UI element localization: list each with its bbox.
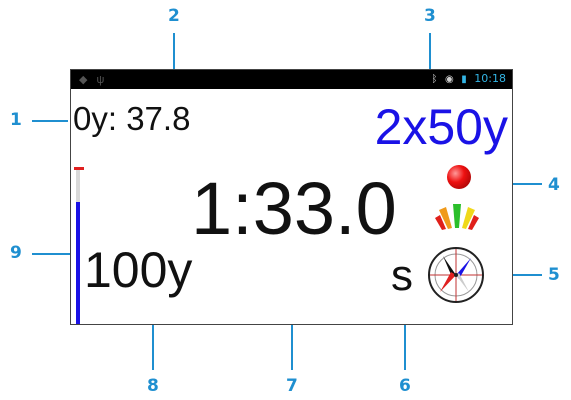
callout-line-1 — [32, 120, 68, 122]
signal-icon — [435, 204, 479, 230]
bluetooth-icon: ᛒ — [431, 74, 438, 85]
usb-icon: ψ — [96, 74, 105, 86]
set-label: 2x50y — [374, 99, 508, 155]
callout-6: 6 — [399, 376, 411, 396]
android-debug-icon: ◆ — [79, 74, 88, 86]
split-label: 0y: 37.8 — [73, 100, 191, 137]
elapsed-time: 1:33.0 — [191, 167, 397, 250]
status-bar-right-icons: ᛒ ◉ ▮ 10:18 — [432, 72, 506, 85]
callout-2: 2 — [168, 6, 180, 26]
distance-label: 100y — [84, 242, 193, 298]
stroke-label: s — [391, 251, 413, 300]
device-screen: ◆ ψ ᛒ ◉ ▮ 10:18 0y: 37.8 2x50y 1:33.0 10… — [70, 69, 513, 325]
callout-line-2 — [173, 33, 175, 69]
progress-fill — [76, 202, 80, 324]
callout-9: 9 — [10, 243, 22, 263]
callout-4: 4 — [548, 175, 560, 195]
compass-icon[interactable] — [427, 246, 485, 304]
callout-5: 5 — [548, 265, 560, 285]
status-bar-left-icons: ◆ ψ — [79, 73, 104, 86]
callout-8: 8 — [147, 376, 159, 396]
status-clock: 10:18 — [474, 72, 506, 85]
battery-icon: ▮ — [461, 74, 467, 85]
record-light-icon[interactable] — [447, 165, 471, 189]
callout-1: 1 — [10, 110, 22, 130]
callout-line-9 — [32, 253, 70, 255]
callout-line-5 — [512, 274, 542, 276]
wifi-icon: ◉ — [445, 74, 454, 85]
progress-marker — [74, 167, 84, 170]
callout-3: 3 — [424, 6, 436, 26]
status-bar: ◆ ψ ᛒ ◉ ▮ 10:18 — [71, 70, 512, 89]
callout-7: 7 — [286, 376, 298, 396]
callout-line-3 — [429, 33, 431, 69]
